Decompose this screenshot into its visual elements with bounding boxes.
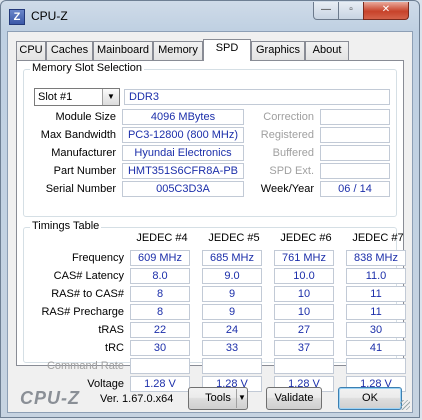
maximize-button[interactable]: ▫ xyxy=(338,2,364,20)
tab-mainboard[interactable]: Mainboard xyxy=(93,41,153,60)
correction-label: Correction xyxy=(263,111,314,123)
timings-cell: 11 xyxy=(346,286,406,302)
resize-grip[interactable] xyxy=(400,400,410,410)
memory-slot-group-title: Memory Slot Selection xyxy=(30,62,145,74)
timings-cell: 24 xyxy=(202,322,262,338)
maximize-icon: ▫ xyxy=(349,4,353,15)
timings-cell: 33 xyxy=(202,340,262,356)
serial-number-value: 005C3D3A xyxy=(122,181,244,197)
part-number-value: HMT351S6CFR8A-PB xyxy=(122,163,244,179)
cpuz-window: Z CPU-Z — ▫ ✕ CPU Caches Mainboard Memor… xyxy=(0,0,420,418)
module-size-label: Module Size xyxy=(55,111,116,123)
timings-cell: 8.0 xyxy=(130,268,190,284)
timings-row-label: CAS# Latency xyxy=(53,270,124,282)
timings-table-group: Timings Table JEDEC #4 JEDEC #5 JEDEC #6 JE… xyxy=(23,220,406,392)
timings-cell: 1.28 V xyxy=(130,376,190,392)
timings-row-label: Frequency xyxy=(72,252,124,264)
registered-label: Registered xyxy=(260,129,314,141)
timings-cell xyxy=(274,358,334,374)
module-size-value: 4096 MBytes xyxy=(122,109,244,125)
cpuz-app-icon[interactable]: Z xyxy=(9,9,25,25)
timings-column-header: JEDEC #5 xyxy=(208,232,260,244)
cpuz-footer-logo: CPU-Z xyxy=(20,388,80,408)
timings-cell: 10 xyxy=(274,304,334,320)
timings-cell: 30 xyxy=(346,322,406,338)
timings-cell: 9 xyxy=(202,304,262,320)
timings-cell: 37 xyxy=(274,340,334,356)
timings-cell xyxy=(346,358,406,374)
correction-value xyxy=(320,109,390,125)
timings-cell: 9.0 xyxy=(202,268,262,284)
tools-separator xyxy=(236,389,237,408)
memory-type-field: DDR3 xyxy=(124,89,390,105)
validate-button[interactable]: Validate xyxy=(266,387,322,410)
tab-cpu[interactable]: CPU xyxy=(16,41,46,60)
client-area: CPU Caches Mainboard Memory SPD Graphics… xyxy=(7,31,413,413)
serial-number-label: Serial Number xyxy=(45,183,116,195)
spd-panel: Memory Slot Selection Slot #1 ▼ DDR3 Mod… xyxy=(16,60,406,392)
timings-table-group-title: Timings Table xyxy=(30,220,102,232)
close-button[interactable]: ✕ xyxy=(363,2,409,20)
spd-ext-label: SPD Ext. xyxy=(269,165,314,177)
slot-select-value: Slot #1 xyxy=(38,91,73,103)
timings-row-label: RAS# to CAS# xyxy=(51,288,124,300)
timings-row-label: Command Rate xyxy=(46,360,124,372)
timings-cell: 685 MHz xyxy=(202,250,262,266)
window-title: CPU-Z xyxy=(31,9,68,23)
buffered-label: Buffered xyxy=(272,147,314,159)
timings-cell: 11 xyxy=(346,304,406,320)
buffered-value xyxy=(320,145,390,161)
tools-button-label: Tools xyxy=(205,392,231,404)
tab-graphics[interactable]: Graphics xyxy=(251,41,305,60)
close-icon: ✕ xyxy=(381,4,391,15)
chevron-down-icon[interactable]: ▼ xyxy=(102,89,119,105)
timings-cell: 838 MHz xyxy=(346,250,406,266)
timings-cell: 11.0 xyxy=(346,268,406,284)
week-year-label: Week/Year xyxy=(260,183,314,195)
minimize-icon: — xyxy=(321,4,331,15)
timings-cell: 9 xyxy=(202,286,262,302)
week-year-value: 06 / 14 xyxy=(320,181,390,197)
timings-row-label: RAS# Precharge xyxy=(41,306,124,318)
memory-slot-group: Memory Slot Selection Slot #1 ▼ DDR3 Mod… xyxy=(23,62,397,217)
part-number-label: Part Number xyxy=(53,165,116,177)
timings-row-label: tRC xyxy=(105,342,124,354)
title-bar[interactable]: Z CPU-Z — ▫ ✕ xyxy=(1,1,419,31)
tab-spd[interactable]: SPD xyxy=(203,39,251,61)
timings-cell xyxy=(130,358,190,374)
timings-column-header: JEDEC #6 xyxy=(280,232,332,244)
timings-cell: 30 xyxy=(130,340,190,356)
timings-cell: 10.0 xyxy=(274,268,334,284)
timings-cell: 10 xyxy=(274,286,334,302)
timings-row-label: tRAS xyxy=(98,324,124,336)
max-bandwidth-value: PC3-12800 (800 MHz) xyxy=(122,127,244,143)
timings-cell: 609 MHz xyxy=(130,250,190,266)
timings-cell: 761 MHz xyxy=(274,250,334,266)
version-label: Ver. 1.67.0.x64 xyxy=(100,393,174,405)
manufacturer-value: Hyundai Electronics xyxy=(122,145,244,161)
timings-column-header: JEDEC #7 xyxy=(352,232,404,244)
timings-cell: 41 xyxy=(346,340,406,356)
manufacturer-label: Manufacturer xyxy=(51,147,116,159)
tab-memory[interactable]: Memory xyxy=(153,41,203,60)
spd-ext-value xyxy=(320,163,390,179)
max-bandwidth-label: Max Bandwidth xyxy=(40,129,116,141)
slot-select[interactable]: Slot #1 ▼ xyxy=(34,88,120,106)
timings-cell: 8 xyxy=(130,286,190,302)
timings-cell: 27 xyxy=(274,322,334,338)
ok-button[interactable]: OK xyxy=(338,387,402,410)
tab-about[interactable]: About xyxy=(305,41,349,60)
registered-value xyxy=(320,127,390,143)
timings-cell xyxy=(202,358,262,374)
timings-cell: 8 xyxy=(130,304,190,320)
chevron-down-icon[interactable]: ▼ xyxy=(238,393,246,402)
minimize-button[interactable]: — xyxy=(313,2,339,20)
timings-column-header: JEDEC #4 xyxy=(136,232,188,244)
timings-cell: 22 xyxy=(130,322,190,338)
tab-caches[interactable]: Caches xyxy=(46,41,93,60)
